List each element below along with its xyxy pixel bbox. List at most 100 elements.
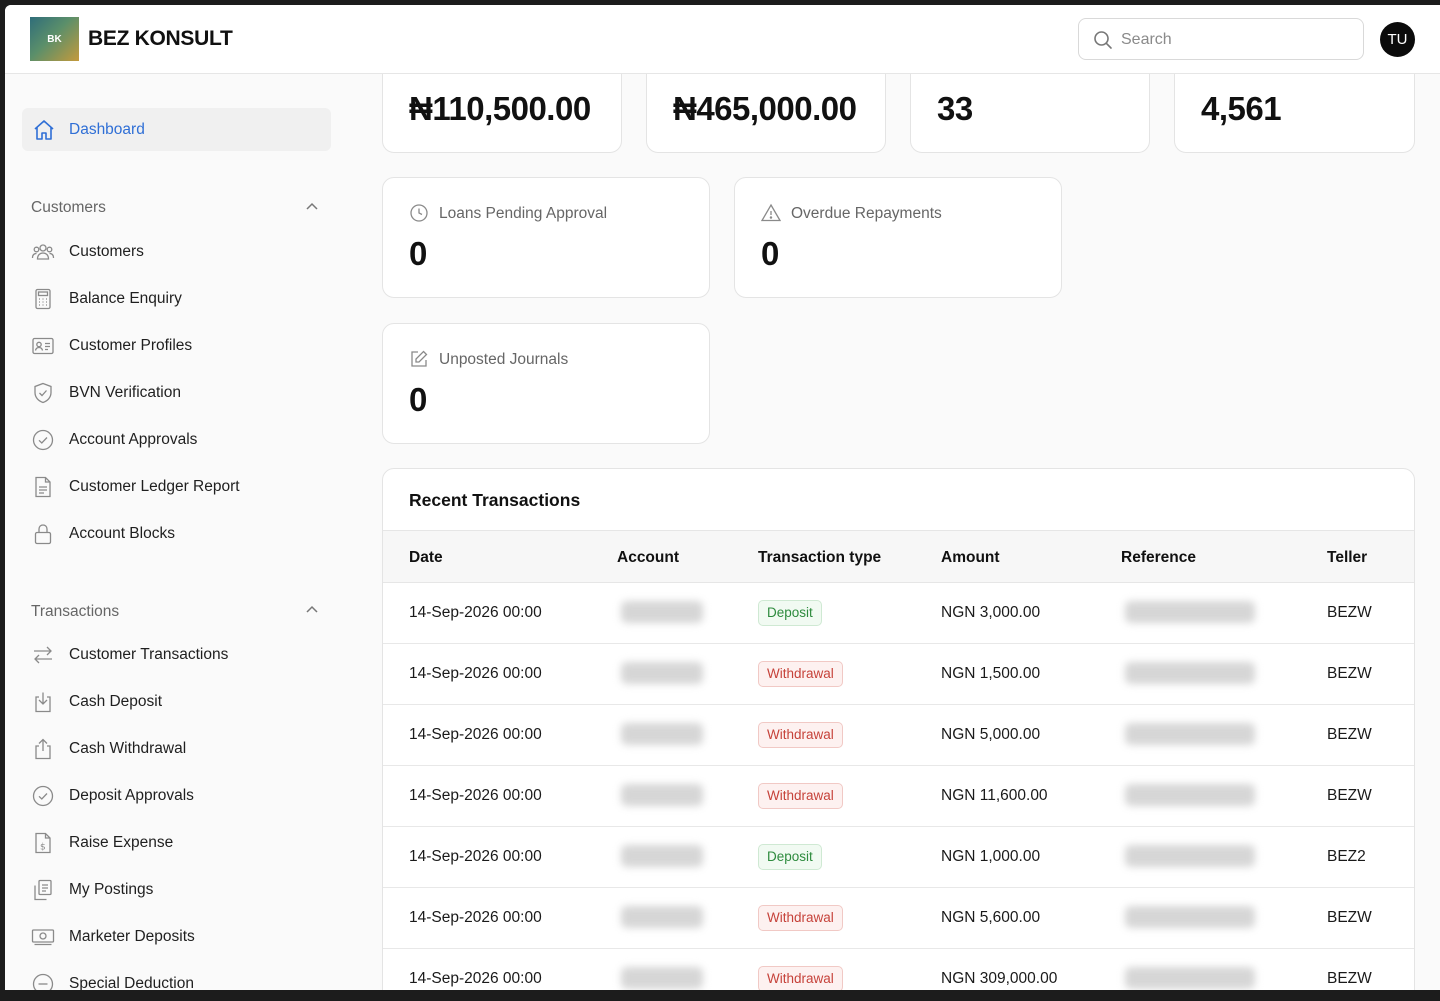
download-icon bbox=[35, 692, 51, 713]
cell-amount: NGN 309,000.00 bbox=[941, 970, 1058, 987]
cell-account-redacted bbox=[621, 906, 703, 928]
stat-label: Overdue Repayments bbox=[791, 205, 942, 222]
sidebar-item-label: Account Blocks bbox=[69, 525, 175, 542]
table-row[interactable]: 14-Sep-2026 00:00 Deposit NGN 3,000.00 BEZW bbox=[383, 583, 1414, 644]
cell-date: 14-Sep-2026 00:00 bbox=[409, 909, 542, 926]
cell-account-redacted bbox=[621, 723, 703, 745]
sidebar-item-label: Cash Deposit bbox=[69, 693, 163, 710]
transaction-type-badge: Deposit bbox=[758, 844, 822, 870]
cell-date: 14-Sep-2026 00:00 bbox=[409, 665, 542, 682]
sidebar-item-my-postings[interactable]: My Postings bbox=[31, 876, 331, 906]
stat-card-overdue[interactable]: Overdue Repayments 0 bbox=[734, 177, 1062, 298]
stat-value: 33 bbox=[937, 90, 973, 127]
sidebar-item-cash-withdrawal[interactable]: Cash Withdrawal bbox=[31, 735, 331, 765]
stat-value: 0 bbox=[761, 235, 779, 272]
sidebar-item-bvn-verification[interactable]: BVN Verification bbox=[31, 379, 331, 409]
cell-amount: NGN 1,500.00 bbox=[941, 665, 1041, 682]
table-row[interactable]: 14-Sep-2026 00:00 Withdrawal NGN 1,500.00 B… bbox=[383, 644, 1414, 705]
sidebar-item-label: Marketer Deposits bbox=[69, 928, 195, 945]
clock-icon bbox=[410, 204, 428, 222]
sidebar-item-dashboard[interactable]: Dashboard bbox=[22, 108, 331, 151]
warning-icon bbox=[761, 203, 781, 222]
table-row[interactable]: 14-Sep-2026 00:00 Withdrawal NGN 11,600.00… bbox=[383, 766, 1414, 827]
sidebar-item-cash-deposit[interactable]: Cash Deposit bbox=[31, 688, 331, 718]
cell-teller: BEZW bbox=[1327, 970, 1372, 987]
users-icon bbox=[31, 244, 55, 260]
search-input[interactable] bbox=[1121, 29, 1351, 51]
column-header-transaction-type[interactable]: Transaction type bbox=[758, 549, 881, 567]
calculator-icon bbox=[35, 288, 51, 310]
cell-teller: BEZW bbox=[1327, 665, 1372, 682]
sidebar-item-label: Customer Ledger Report bbox=[69, 478, 240, 495]
stat-value: ₦110,500.00 bbox=[409, 90, 591, 127]
shield-check-icon bbox=[34, 382, 52, 404]
clipboard-icon bbox=[34, 879, 52, 901]
arrows-exchange-icon bbox=[34, 646, 52, 664]
cell-teller: BEZ2 bbox=[1327, 848, 1366, 865]
cell-teller: BEZW bbox=[1327, 909, 1372, 926]
sidebar-item-customer-profiles[interactable]: Customer Profiles bbox=[31, 332, 331, 362]
table-row[interactable]: 14-Sep-2026 00:00 Withdrawal NGN 5,600.00 B… bbox=[383, 888, 1414, 949]
search-box[interactable] bbox=[1078, 18, 1364, 60]
cell-account-redacted bbox=[621, 601, 703, 623]
window-bottom-edge bbox=[0, 990, 1440, 1001]
sidebar-item-account-blocks[interactable]: Account Blocks bbox=[31, 520, 331, 550]
table-row[interactable]: 14-Sep-2026 00:00 Deposit NGN 1,000.00 BEZ2 bbox=[383, 827, 1414, 888]
brand-name[interactable]: BEZ KONSULT bbox=[88, 27, 233, 51]
stat-card-loans-pending[interactable]: Loans Pending Approval 0 bbox=[382, 177, 710, 298]
sidebar-item-balance-enquiry[interactable]: Balance Enquiry bbox=[31, 285, 331, 315]
cash-icon bbox=[31, 929, 55, 946]
transaction-type-badge: Deposit bbox=[758, 600, 822, 626]
id-card-icon bbox=[32, 337, 54, 355]
stat-value: 0 bbox=[409, 381, 427, 418]
section-customers[interactable]: Customers bbox=[31, 199, 106, 217]
stat-value: ₦465,000.00 bbox=[673, 90, 857, 127]
check-circle-icon bbox=[32, 785, 54, 807]
table-row[interactable]: 14-Sep-2026 00:00 Withdrawal NGN 5,000.00 B… bbox=[383, 705, 1414, 766]
table-row[interactable]: 14-Sep-2026 00:00 Withdrawal NGN 309,000.0… bbox=[383, 949, 1414, 995]
cell-reference-redacted bbox=[1125, 845, 1255, 867]
avatar[interactable]: TU bbox=[1380, 22, 1415, 57]
column-header-amount[interactable]: Amount bbox=[941, 549, 1000, 567]
recent-transactions-card: Recent Transactions Date Account Transac… bbox=[382, 468, 1415, 995]
cell-amount: NGN 3,000.00 bbox=[941, 604, 1041, 621]
cell-date: 14-Sep-2026 00:00 bbox=[409, 787, 542, 804]
sidebar-item-customer-ledger-report[interactable]: Customer Ledger Report bbox=[31, 473, 331, 503]
sidebar-item-label: Account Approvals bbox=[69, 431, 198, 448]
sidebar-item-customer-transactions[interactable]: Customer Transactions bbox=[31, 641, 331, 671]
chevron-up-icon[interactable] bbox=[305, 200, 319, 214]
cell-date: 14-Sep-2026 00:00 bbox=[409, 604, 542, 621]
logo-text: BK bbox=[47, 33, 62, 45]
sidebar-item-account-approvals[interactable]: Account Approvals bbox=[31, 426, 331, 456]
sidebar: Dashboard Customers Customers Balance En… bbox=[5, 74, 350, 995]
chevron-up-icon[interactable] bbox=[305, 603, 319, 617]
sidebar-item-label: Deposit Approvals bbox=[69, 787, 194, 804]
sidebar-item-customers[interactable]: Customers bbox=[31, 238, 331, 268]
sidebar-item-label: Customer Transactions bbox=[69, 646, 229, 663]
column-header-reference[interactable]: Reference bbox=[1121, 549, 1196, 567]
column-header-teller[interactable]: Teller bbox=[1327, 549, 1367, 567]
stat-label: Unposted Journals bbox=[439, 351, 569, 368]
transaction-type-badge: Withdrawal bbox=[758, 661, 843, 687]
upload-icon bbox=[35, 738, 51, 760]
column-header-account[interactable]: Account bbox=[617, 549, 679, 567]
cell-date: 14-Sep-2026 00:00 bbox=[409, 970, 542, 987]
sidebar-item-label: My Postings bbox=[69, 881, 154, 898]
stat-card-unposted-journals[interactable]: Unposted Journals 0 bbox=[382, 323, 710, 444]
table-header: Date Account Transaction type Amount Ref… bbox=[383, 530, 1414, 583]
sidebar-item-marketer-deposits[interactable]: Marketer Deposits bbox=[31, 923, 331, 953]
section-transactions[interactable]: Transactions bbox=[31, 603, 119, 621]
cell-date: 14-Sep-2026 00:00 bbox=[409, 726, 542, 743]
sidebar-item-raise-expense[interactable]: $ Raise Expense bbox=[31, 829, 331, 859]
cell-teller: BEZW bbox=[1327, 604, 1372, 621]
column-header-date[interactable]: Date bbox=[409, 549, 443, 567]
cell-reference-redacted bbox=[1125, 723, 1255, 745]
cell-account-redacted bbox=[621, 784, 703, 806]
sidebar-item-label: Customers bbox=[69, 243, 144, 260]
cell-reference-redacted bbox=[1125, 601, 1255, 623]
cell-reference-redacted bbox=[1125, 662, 1255, 684]
stat-value: 4,561 bbox=[1201, 90, 1282, 127]
app-window: BK BEZ KONSULT TU Dashboard Customers Cu… bbox=[5, 5, 1440, 995]
sidebar-item-deposit-approvals[interactable]: Deposit Approvals bbox=[31, 782, 331, 812]
brand-logo[interactable]: BK bbox=[30, 17, 79, 61]
